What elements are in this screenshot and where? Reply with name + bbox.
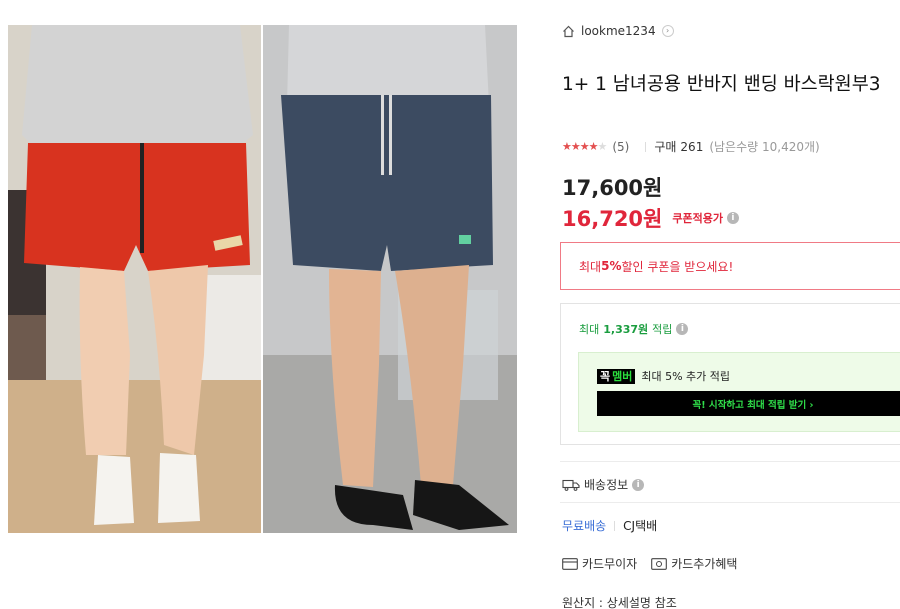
origin-info: 원산지 : 상세설명 참조 [562, 596, 677, 609]
free-shipping: 무료배송 [562, 519, 607, 533]
card-benefits: 카드무이자 카드추가혜택 [562, 555, 737, 572]
truck-icon [562, 479, 580, 491]
home-icon [563, 25, 574, 37]
purchase-count: 261 [680, 139, 704, 154]
card-benefit-label: 카드추가혜택 [671, 557, 738, 571]
card-benefit-link[interactable]: 카드추가혜택 [651, 555, 737, 572]
sale-price: 16,720원 [562, 207, 663, 231]
shipping-carrier: CJ택배 [623, 519, 658, 533]
coupon-price-label: 쿠폰적용가 [672, 212, 723, 225]
section-divider [560, 502, 900, 503]
shipping-label: 배송정보 [584, 478, 629, 492]
original-price: 17,600원 [562, 176, 663, 200]
info-icon[interactable]: i [632, 478, 645, 491]
points-prefix: 최대 [579, 323, 600, 336]
membership-logo: 꼭 멤버 [597, 368, 636, 384]
membership-logo-accent: 멤버 [612, 370, 633, 383]
credit-card-icon [562, 557, 578, 570]
membership-join-button[interactable]: 꼭! 시작하고 최대 적립 받기 › [597, 391, 900, 416]
coupon-download-button[interactable]: 최대 5% 할인 쿠폰을 받으세요! [560, 242, 900, 290]
membership-benefit: 최대 5% 추가 적립 [641, 370, 731, 383]
red-shorts-illustration [8, 25, 261, 533]
chevron-right-icon: › [661, 25, 674, 37]
divider [614, 520, 616, 531]
card-installment-link[interactable]: 카드무이자 [562, 555, 637, 572]
points-panel: 최대 1,337원 적립 i 꼭 멤버 최대 5% 추가 적립 꼭! 시작하고 최… [560, 303, 900, 445]
points-suffix: 적립 [652, 323, 673, 336]
coupon-percent: 5% [601, 259, 622, 273]
shipping-info: 배송정보 i [562, 476, 645, 493]
store-link[interactable]: lookme1234 › [562, 24, 674, 38]
coupon-prefix: 최대 [579, 259, 602, 274]
sale-price-row: 16,720원 쿠폰적용가 i [562, 203, 739, 233]
membership-row: 꼭 멤버 최대 5% 추가 적립 [597, 368, 730, 384]
coupon-suffix: 할인 쿠폰을 받으세요! [621, 259, 734, 274]
navy-shorts-illustration [263, 25, 517, 533]
product-title: 1+ 1 남녀공용 반바지 밴딩 바스락원부3 [562, 74, 881, 95]
info-icon[interactable]: i [676, 323, 689, 335]
product-photo-red-shorts[interactable] [8, 25, 261, 533]
stock-remaining: (남은수량 10,420개) [709, 140, 820, 154]
store-name: lookme1234 [581, 24, 656, 38]
review-count[interactable]: (5) [612, 140, 629, 154]
membership-promo: 꼭 멤버 최대 5% 추가 적립 꼭! 시작하고 최대 적립 받기 › [578, 352, 900, 432]
divider [645, 141, 647, 152]
membership-logo-main: 꼭 [600, 370, 611, 383]
shipping-method: 무료배송 CJ택배 [562, 517, 657, 534]
rating-stars[interactable]: ★★★★★ [562, 140, 607, 153]
rating-row: ★★★★★ (5) 구매 261 (남은수량 10,420개) [562, 138, 820, 155]
section-divider [560, 461, 900, 462]
points-summary: 최대 1,337원 적립 i [579, 321, 689, 337]
card-installment-label: 카드무이자 [582, 557, 638, 571]
product-photo-navy-shorts[interactable] [263, 25, 517, 533]
purchase-label: 구매 [654, 140, 677, 154]
card-benefit-icon [651, 557, 668, 570]
points-amount: 1,337원 [603, 323, 649, 336]
info-icon[interactable]: i [726, 212, 739, 224]
